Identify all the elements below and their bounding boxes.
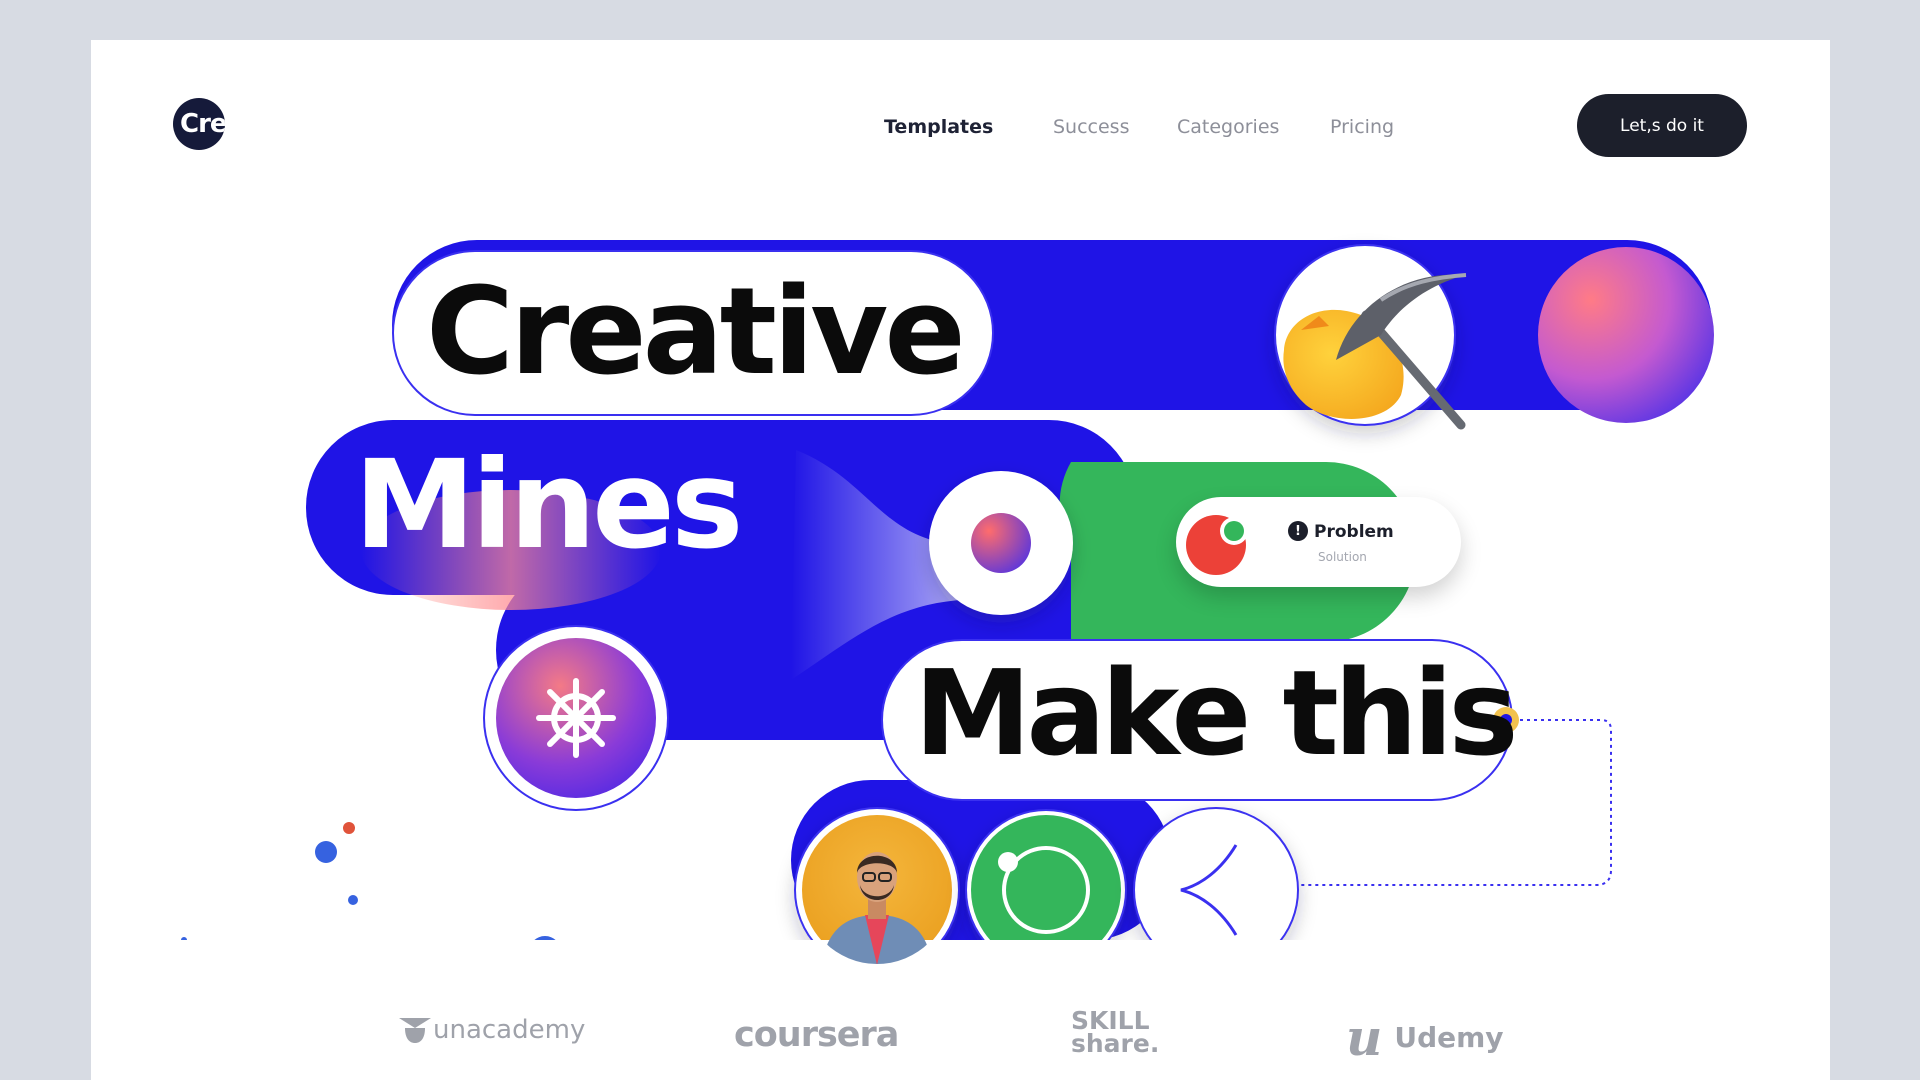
arrow-left-icon — [1180, 844, 1238, 936]
brand-unacademy[interactable]: unacademy — [399, 1015, 585, 1045]
alert-icon: ! — [1288, 521, 1308, 541]
headline-make-this: Make this — [914, 644, 1519, 782]
headline-creative: Creative — [426, 263, 966, 402]
udemy-icon: u — [1346, 1008, 1383, 1067]
landing-card: Cre Templates Success Categories Pricing… — [91, 40, 1830, 1080]
avatar — [822, 852, 932, 964]
brand-skillshare[interactable]: SKILL share. — [1071, 1008, 1159, 1056]
ship-wheel-icon — [536, 678, 616, 758]
headline-mines: Mines — [354, 434, 743, 576]
brand-udemy-text: Udemy — [1394, 1021, 1504, 1054]
card-title: Problem — [1314, 522, 1394, 542]
pickaxe-icon — [1336, 273, 1467, 430]
record-icon — [998, 846, 1090, 934]
hero-shapes — [181, 240, 1714, 940]
chart-icon — [1186, 515, 1248, 575]
brand-coursera[interactable]: coursera — [734, 1015, 899, 1055]
hero-illustration: ! Problem Solution Creative Mines Make t… — [91, 40, 1830, 964]
unacademy-icon — [399, 1018, 431, 1043]
problem-card[interactable]: ! Problem Solution — [1176, 497, 1461, 587]
brand-unacademy-text: unacademy — [433, 1015, 586, 1045]
brand-udemy[interactable]: u Udemy — [1346, 1008, 1504, 1067]
card-subtitle: Solution — [1318, 550, 1367, 564]
